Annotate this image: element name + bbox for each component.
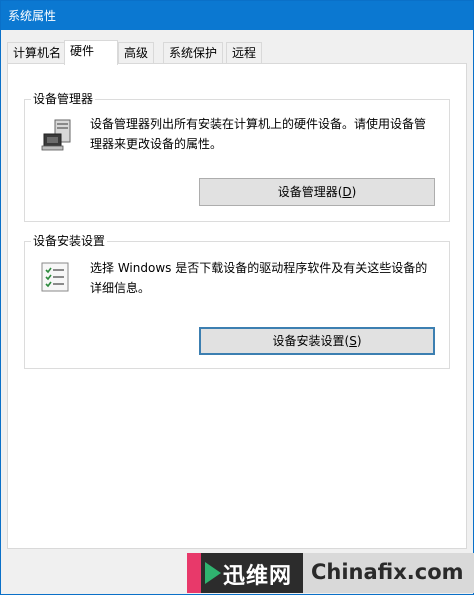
device-manager-group: 设备管理器 设备管理器列出所有安装在计算机上的硬件设备。请使用设备管 理器来更改…: [24, 91, 450, 222]
button-label: 设备安装设置(: [272, 334, 350, 348]
button-mnemonic: D: [342, 185, 352, 199]
tab-strip: 计算机名 硬件 高级 系统保护 远程: [7, 40, 467, 65]
tab-label: 高级: [124, 46, 149, 60]
watermark-pink-bar: [187, 553, 201, 593]
tab-system-protection[interactable]: 系统保护: [163, 42, 224, 63]
device-manager-description: 设备管理器列出所有安装在计算机上的硬件设备。请使用设备管 理器来更改设备的属性。: [90, 114, 440, 154]
watermark: 迅维网 Chinafix.com: [187, 549, 474, 596]
device-install-settings-button[interactable]: 设备安装设置(S): [199, 327, 435, 355]
button-label-suffix: ): [356, 334, 362, 348]
hardware-panel: 设备管理器 设备管理器列出所有安装在计算机上的硬件设备。请使用设备管 理器来更改…: [7, 63, 467, 549]
tab-label: 远程: [232, 46, 257, 60]
window-title: 系统属性: [8, 9, 57, 23]
group-title: 设备安装设置: [31, 233, 108, 249]
system-properties-window: 系统属性 计算机名 硬件 高级 系统保护 远程 设备管理器 设备管理器列出所有安…: [0, 0, 474, 595]
watermark-english: Chinafix.com: [311, 560, 464, 584]
device-install-settings-group: 设备安装设置 选择 Windows 是否下载设备的驱动程序软件及有关这些设备的 …: [24, 233, 450, 369]
button-label: 设备管理器(: [277, 185, 343, 199]
tab-label: 系统保护: [169, 46, 218, 60]
tab-computer-name[interactable]: 计算机名: [7, 42, 68, 63]
title-bar[interactable]: 系统属性: [1, 1, 473, 30]
tab-label: 硬件: [70, 44, 95, 58]
device-manager-button[interactable]: 设备管理器(D): [199, 178, 435, 206]
computer-device-icon: [39, 117, 75, 153]
tab-label: 计算机名: [13, 46, 62, 60]
description-line: 设备管理器列出所有安装在计算机上的硬件设备。请使用设备管: [90, 117, 427, 131]
checklist-icon: [39, 261, 71, 293]
description-line: 选择 Windows 是否下载设备的驱动程序软件及有关这些设备的: [90, 261, 428, 275]
device-install-description: 选择 Windows 是否下载设备的驱动程序软件及有关这些设备的 详细信息。: [90, 258, 440, 298]
button-label-suffix: ): [351, 185, 357, 199]
group-title: 设备管理器: [31, 91, 96, 107]
tab-hardware[interactable]: 硬件: [64, 40, 118, 65]
play-icon: [205, 562, 221, 584]
tab-advanced[interactable]: 高级: [118, 42, 155, 63]
watermark-chinese: 迅维网: [223, 564, 293, 589]
tab-remote[interactable]: 远程: [226, 42, 263, 63]
watermark-light-block: Chinafix.com: [303, 553, 474, 593]
button-mnemonic: S: [349, 334, 357, 348]
description-line: 理器来更改设备的属性。: [90, 137, 223, 151]
description-line: 详细信息。: [90, 281, 151, 295]
